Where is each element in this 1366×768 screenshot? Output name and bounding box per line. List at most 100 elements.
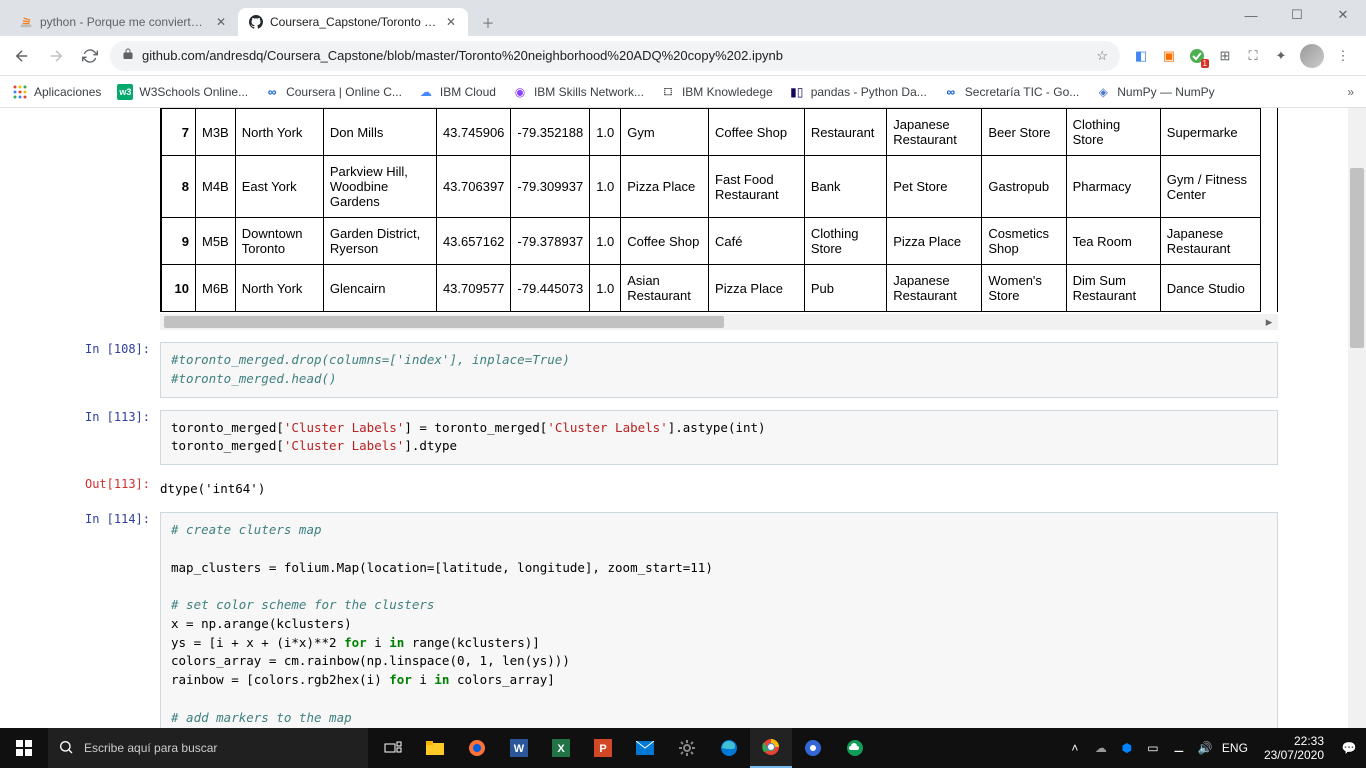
bluetooth-icon[interactable]: ⬢: [1118, 739, 1136, 757]
firefox-icon[interactable]: [456, 728, 498, 768]
start-button[interactable]: [0, 728, 48, 768]
scrollbar-thumb[interactable]: [1350, 168, 1364, 348]
search-placeholder: Escribe aquí para buscar: [84, 741, 217, 755]
edge-icon[interactable]: [708, 728, 750, 768]
tray-chevron-icon[interactable]: ˄: [1066, 739, 1084, 757]
code-input[interactable]: toronto_merged['Cluster Labels'] = toron…: [160, 410, 1278, 466]
vertical-scrollbar[interactable]: [1348, 108, 1366, 728]
table-cell: Downtown Toronto: [235, 218, 323, 265]
table-cell: North York: [235, 265, 323, 312]
battery-icon[interactable]: ▭: [1144, 739, 1162, 757]
word-icon[interactable]: W: [498, 728, 540, 768]
bookmark-item[interactable]: ⬚IBM Knowledege: [660, 84, 773, 100]
extension-icon[interactable]: 1: [1188, 47, 1206, 65]
close-icon[interactable]: ✕: [444, 15, 458, 29]
scrollbar-thumb[interactable]: [164, 316, 724, 328]
nav-bar: github.com/andresdq/Coursera_Capstone/bl…: [0, 36, 1366, 76]
horizontal-scrollbar[interactable]: ▸: [160, 314, 1278, 330]
puzzle-icon[interactable]: ✦: [1272, 47, 1290, 65]
bookmark-item[interactable]: ☁IBM Cloud: [418, 84, 496, 100]
code-input[interactable]: #toronto_merged.drop(columns=['index'], …: [160, 342, 1278, 398]
forward-button[interactable]: [42, 42, 70, 70]
scroll-right-arrow[interactable]: ▸: [1262, 314, 1276, 330]
table-cell: Dim Sum Restaurant: [1066, 265, 1160, 312]
bookmark-item[interactable]: ◈NumPy — NumPy: [1095, 84, 1214, 100]
code-string: 'Cluster Labels': [284, 420, 404, 435]
apps-button[interactable]: Aplicaciones: [12, 84, 101, 100]
task-view-button[interactable]: [372, 728, 414, 768]
code-text: toronto_merged[: [171, 420, 284, 435]
extension-icon[interactable]: ◧: [1132, 47, 1150, 65]
bookmark-item[interactable]: ∞Coursera | Online C...: [264, 84, 402, 100]
volume-icon[interactable]: 🔊: [1196, 739, 1214, 757]
tab-github[interactable]: Coursera_Capstone/Toronto neig ✕: [238, 8, 468, 36]
search-box[interactable]: Escribe aquí para buscar: [48, 728, 368, 768]
extension-icon[interactable]: ⊞: [1216, 47, 1234, 65]
bookmark-item[interactable]: ▮▯pandas - Python Da...: [789, 84, 927, 100]
code-line: #toronto_merged.drop(columns=['index'], …: [171, 352, 570, 367]
chrome-icon[interactable]: [750, 728, 792, 768]
maximize-button[interactable]: ☐: [1274, 0, 1320, 30]
star-icon[interactable]: ☆: [1096, 48, 1108, 64]
minimize-button[interactable]: —: [1228, 0, 1274, 30]
bookmarks-overflow[interactable]: »: [1347, 85, 1354, 99]
cloud-app-icon[interactable]: [834, 728, 876, 768]
menu-icon[interactable]: ⋮: [1334, 47, 1352, 65]
code-text: ] = toronto_merged[: [404, 420, 547, 435]
table-cell: Glencairn: [323, 265, 436, 312]
close-icon[interactable]: ✕: [214, 15, 228, 29]
stackoverflow-icon: [18, 14, 34, 30]
table-cell: Pet Store: [887, 156, 982, 218]
notifications-icon[interactable]: 💬: [1340, 739, 1358, 757]
code-string: 'Cluster Labels': [284, 438, 404, 453]
bookmark-label: W3Schools Online...: [139, 85, 248, 99]
new-tab-button[interactable]: ＋: [474, 8, 502, 36]
code-line: # add markers to the map: [171, 710, 352, 725]
browser-chrome: python - Porque me convierte int ✕ Cours…: [0, 0, 1366, 108]
wifi-icon[interactable]: ⚊: [1170, 739, 1188, 757]
excel-icon[interactable]: X: [540, 728, 582, 768]
code-keyword: in: [389, 635, 404, 650]
extension-icon[interactable]: ▣: [1160, 47, 1178, 65]
code-line: # set color scheme for the clusters: [171, 597, 434, 612]
bookmark-item[interactable]: ◉IBM Skills Network...: [512, 84, 644, 100]
onedrive-icon[interactable]: ☁: [1092, 739, 1110, 757]
table-cell: Japanese Restaurant: [1160, 218, 1260, 265]
input-prompt: In [114]:: [70, 512, 160, 728]
date-text: 23/07/2020: [1264, 748, 1324, 762]
extension-icon[interactable]: ⛶: [1244, 47, 1262, 65]
tab-stackoverflow[interactable]: python - Porque me convierte int ✕: [8, 8, 238, 36]
table-cell: -79.445073: [511, 265, 590, 312]
bookmark-item[interactable]: w3 W3Schools Online...: [117, 84, 248, 100]
file-explorer-icon[interactable]: [414, 728, 456, 768]
powerpoint-icon[interactable]: P: [582, 728, 624, 768]
bookmark-item[interactable]: ∞Secretaría TIC - Go...: [943, 84, 1079, 100]
profile-avatar[interactable]: [1300, 44, 1324, 68]
code-text: i: [412, 672, 435, 687]
page-content: 7M3BNorth YorkDon Mills43.745906-79.3521…: [0, 108, 1366, 728]
mail-icon[interactable]: [624, 728, 666, 768]
chrome-canary-icon[interactable]: [792, 728, 834, 768]
svg-text:P: P: [599, 743, 606, 755]
time-text: 22:33: [1264, 734, 1324, 748]
table-cell: Pharmacy: [1066, 156, 1160, 218]
code-input[interactable]: # create cluters map map_clusters = foli…: [160, 512, 1278, 728]
table-cell: 43.706397: [436, 156, 510, 218]
table-cell: Gym: [621, 109, 709, 156]
w3schools-icon: w3: [117, 84, 133, 100]
language-indicator[interactable]: ENG: [1222, 741, 1248, 755]
table-cell: 1.0: [590, 109, 621, 156]
github-icon: [248, 14, 264, 30]
address-bar[interactable]: github.com/andresdq/Coursera_Capstone/bl…: [110, 41, 1120, 71]
table-cell: M6B: [196, 265, 236, 312]
back-button[interactable]: [8, 42, 36, 70]
table-cell: Tea Room: [1066, 218, 1160, 265]
table-cell: Restaurant: [804, 109, 886, 156]
close-window-button[interactable]: ✕: [1320, 0, 1366, 30]
clock[interactable]: 22:33 23/07/2020: [1256, 734, 1332, 763]
table-cell: Don Mills: [323, 109, 436, 156]
settings-icon[interactable]: [666, 728, 708, 768]
table-cell: 9: [162, 218, 196, 265]
code-cell: In [114]: # create cluters map map_clust…: [70, 512, 1278, 728]
reload-button[interactable]: [76, 42, 104, 70]
